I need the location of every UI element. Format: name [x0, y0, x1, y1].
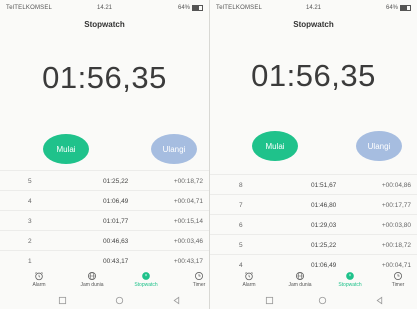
lap-row: 5 01:25,22 +00:18,72 — [0, 170, 209, 191]
lap-row: 8 01:51,67 +00:04,86 — [210, 174, 417, 195]
battery-indicator: 64% — [386, 5, 411, 11]
lap-row: 4 01:06,49 +00:04,71 — [0, 190, 209, 211]
stopwatch-icon — [346, 272, 354, 280]
lap-total-time: 01:29,03 — [311, 222, 337, 229]
nav-home-icon[interactable] — [115, 296, 124, 305]
lap-number: 3 — [28, 218, 32, 225]
lap-split-time: +00:04,86 — [381, 182, 411, 189]
lap-total-time: 01:01,77 — [103, 218, 129, 225]
tab-stopwatch[interactable]: Stopwatch — [126, 271, 166, 288]
lap-split-time: +00:15,14 — [173, 218, 203, 225]
reset-button[interactable]: Ulangi — [151, 134, 197, 164]
lap-split-time: +00:04,71 — [173, 198, 203, 205]
lap-total-time: 01:51,67 — [311, 182, 337, 189]
lap-row: 2 00:46,63 +00:03,46 — [0, 230, 209, 251]
battery-percent: 64% — [385, 5, 398, 11]
tab-timer[interactable]: Timer — [179, 271, 209, 288]
tab-alarm-label: Alarm — [32, 282, 46, 288]
stopwatch-icon — [142, 272, 150, 280]
lap-number: 1 — [28, 258, 32, 265]
lap-number: 4 — [28, 198, 32, 205]
tab-stopwatch[interactable]: Stopwatch — [330, 271, 370, 288]
battery-icon — [400, 5, 411, 11]
start-button[interactable]: Mulai — [43, 134, 89, 164]
globe-icon — [295, 271, 305, 281]
bottom-tab-bar: Alarm Jam dunia Stopwatch Timer — [0, 271, 209, 293]
lap-number: 5 — [239, 242, 243, 249]
lap-total-time: 01:06,49 — [311, 262, 337, 269]
lap-split-time: +00:18,72 — [381, 242, 411, 249]
lap-row: 7 01:46,80 +00:17,77 — [210, 194, 417, 215]
battery-indicator: 64% — [178, 5, 203, 11]
nav-home-icon[interactable] — [318, 296, 327, 305]
timer-icon — [393, 271, 403, 281]
start-button[interactable]: Mulai — [252, 131, 298, 161]
lap-row: 5 01:25,22 +00:18,72 — [210, 234, 417, 255]
phone-screen-left: TelTELKOMSEL 14.21 64% Stopwatch 01:56,3… — [0, 0, 209, 309]
nav-recents-icon[interactable] — [265, 296, 274, 305]
status-bar: TelTELKOMSEL 14.21 64% — [0, 4, 209, 14]
bottom-tab-bar: Alarm Jam dunia Stopwatch Timer — [210, 271, 417, 293]
lap-number: 5 — [28, 178, 32, 185]
page-title: Stopwatch — [293, 20, 334, 29]
page-title: Stopwatch — [84, 20, 125, 29]
tab-alarm-label: Alarm — [242, 282, 256, 288]
lap-split-time: +00:43,17 — [173, 258, 203, 265]
lap-total-time: 01:25,22 — [311, 242, 337, 249]
timer-icon — [194, 271, 204, 281]
tab-timer[interactable]: Timer — [378, 271, 417, 288]
stopwatch-display: 01:56,35 — [42, 60, 167, 95]
tab-timer-label: Timer — [391, 282, 405, 288]
lap-split-time: +00:18,72 — [173, 178, 203, 185]
lap-total-time: 01:25,22 — [103, 178, 129, 185]
tab-timer-label: Timer — [192, 282, 206, 288]
alarm-clock-icon — [245, 272, 253, 281]
lap-number: 7 — [239, 202, 243, 209]
system-nav-bar — [0, 293, 209, 309]
tab-stopwatch-label: Stopwatch — [134, 282, 158, 288]
lap-total-time: 01:06,49 — [103, 198, 129, 205]
status-bar: TelTELKOMSEL 14.21 64% — [210, 4, 417, 14]
lap-split-time: +00:04,71 — [381, 262, 411, 269]
lap-row: 1 00:43,17 +00:43,17 — [0, 250, 209, 271]
status-time: 14.21 — [96, 5, 113, 11]
nav-back-icon[interactable] — [375, 296, 384, 305]
lap-number: 4 — [239, 262, 243, 269]
alarm-clock-icon — [35, 272, 43, 281]
phone-screen-right: TelTELKOMSEL 14.21 64% Stopwatch 01:56,3… — [210, 0, 417, 309]
system-nav-bar — [210, 293, 417, 309]
battery-icon — [192, 5, 203, 11]
lap-total-time: 00:43,17 — [103, 258, 129, 265]
globe-icon — [87, 271, 97, 281]
tab-world-clock-label: Jam dunia — [288, 282, 312, 288]
status-time: 14.21 — [305, 5, 322, 11]
tab-world-clock[interactable]: Jam dunia — [72, 271, 112, 288]
lap-number: 8 — [239, 182, 243, 189]
lap-total-time: 01:46,80 — [311, 202, 337, 209]
carrier-label: TelTELKOMSEL — [216, 5, 263, 11]
lap-row: 6 01:29,03 +00:03,80 — [210, 214, 417, 235]
lap-split-time: +00:03,80 — [381, 222, 411, 229]
tab-world-clock[interactable]: Jam dunia — [280, 271, 320, 288]
nav-recents-icon[interactable] — [58, 296, 67, 305]
tab-stopwatch-label: Stopwatch — [338, 282, 362, 288]
lap-number: 2 — [28, 238, 32, 245]
carrier-label: TelTELKOMSEL — [6, 5, 53, 11]
screenshot-stage: TelTELKOMSEL 14.21 64% Stopwatch 01:56,3… — [0, 0, 417, 309]
nav-back-icon[interactable] — [172, 296, 181, 305]
lap-split-time: +00:17,77 — [381, 202, 411, 209]
tab-alarm[interactable]: Alarm — [19, 271, 59, 288]
lap-row: 3 01:01,77 +00:15,14 — [0, 210, 209, 231]
tab-alarm[interactable]: Alarm — [229, 271, 269, 288]
lap-total-time: 00:46,63 — [103, 238, 129, 245]
stopwatch-display: 01:56,35 — [251, 58, 376, 93]
battery-percent: 64% — [177, 5, 190, 11]
lap-number: 6 — [239, 222, 243, 229]
tab-world-clock-label: Jam dunia — [80, 282, 104, 288]
lap-split-time: +00:03,46 — [173, 238, 203, 245]
reset-button[interactable]: Ulangi — [356, 131, 402, 161]
